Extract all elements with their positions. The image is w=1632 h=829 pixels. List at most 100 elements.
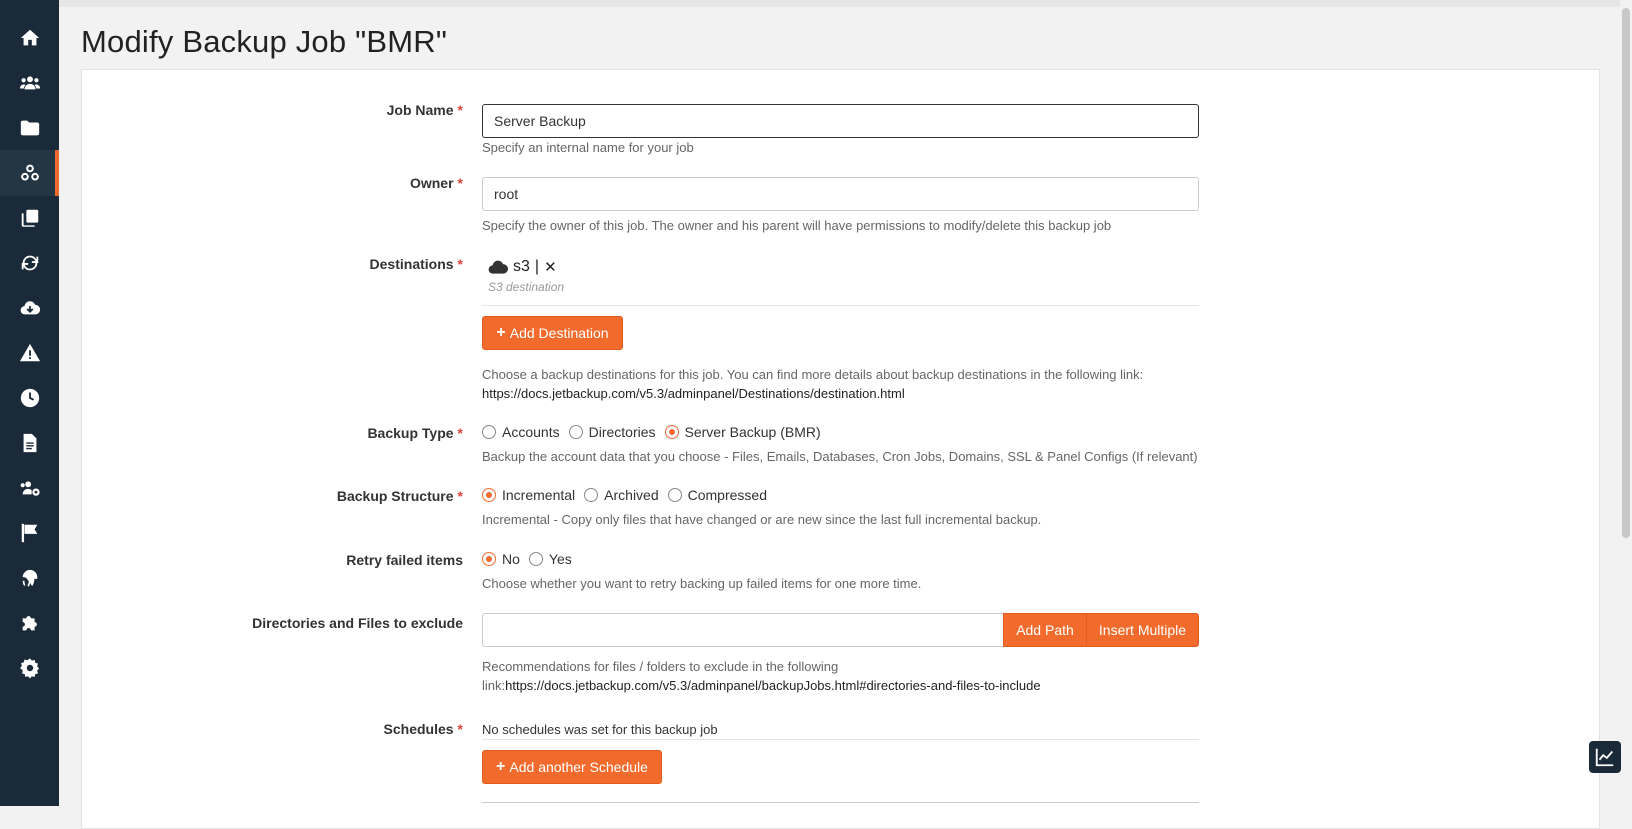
add-path-button[interactable]: Add Path	[1003, 613, 1087, 647]
exclude-help-prefix: link:	[482, 678, 506, 693]
exclude-help-link-line: link:https://docs.jetbackup.com/v5.3/adm…	[482, 678, 1041, 693]
add-schedule-button[interactable]: + Add another Schedule	[482, 750, 662, 784]
radio-server-backup[interactable]	[664, 425, 679, 439]
schedules-label-text: Schedules	[383, 721, 454, 737]
radio-compressed[interactable]	[667, 488, 682, 502]
backup-structure-incremental[interactable]: Incremental	[482, 487, 575, 503]
schedules-label: Schedules *	[384, 721, 463, 737]
scrollbar-thumb[interactable]	[1622, 8, 1630, 538]
retry-failed-label: Retry failed items	[346, 552, 463, 568]
sidebar-item-plugins[interactable]	[0, 600, 59, 646]
radio-label: No	[502, 551, 520, 567]
sidebar-item-files[interactable]	[0, 105, 59, 151]
schedules-empty-text: No schedules was set for this backup job	[482, 722, 718, 737]
radio-accounts[interactable]	[482, 425, 496, 439]
required-mark: *	[457, 488, 463, 504]
sidebar-item-accounts[interactable]	[0, 60, 59, 106]
sidebar-item-permissions[interactable]	[0, 465, 59, 511]
schedules-divider	[482, 739, 1199, 740]
retry-failed-yes[interactable]: Yes	[528, 551, 572, 567]
home-icon	[20, 29, 39, 46]
backup-type-accounts[interactable]: Accounts	[482, 424, 560, 440]
destinations-help-link[interactable]: https://docs.jetbackup.com/v5.3/adminpan…	[482, 386, 905, 401]
sidebar-item-logs[interactable]	[0, 420, 59, 466]
sidebar-item-alerts[interactable]	[0, 330, 59, 376]
radio-label: Yes	[548, 551, 572, 567]
file-icon	[23, 433, 36, 453]
exclude-label-text: Directories and Files to exclude	[252, 615, 463, 631]
biohazard-icon	[20, 164, 39, 181]
backup-structure-archived[interactable]: Archived	[584, 487, 659, 503]
exclude-help: Recommendations for files / folders to e…	[482, 659, 839, 674]
radio-incremental[interactable]	[482, 488, 496, 502]
destinations-help: Choose a backup destinations for this jo…	[482, 367, 1144, 382]
sidebar-item-restore[interactable]	[0, 240, 59, 286]
sidebar-item-clone-jobs[interactable]	[0, 195, 59, 241]
folder-icon	[20, 120, 39, 136]
radio-label: Incremental	[502, 487, 576, 503]
backup-type-directories[interactable]: Directories	[568, 424, 656, 440]
page-scrollbar[interactable]	[1620, 0, 1632, 806]
puzzle-icon	[22, 616, 37, 631]
backup-type-radio-group: Accounts Directories Server Backup (BMR)	[482, 424, 830, 440]
retry-failed-help: Choose whether you want to retry backing…	[482, 576, 922, 591]
radio-label: Compressed	[687, 487, 767, 503]
backup-type-label-text: Backup Type	[367, 425, 454, 441]
job-name-label-text: Job Name	[386, 102, 454, 118]
owner-label: Owner *	[410, 175, 463, 191]
backup-type-label: Backup Type *	[367, 425, 463, 441]
stats-button[interactable]	[1589, 741, 1621, 773]
backup-structure-help: Incremental - Copy only files that have …	[482, 512, 1042, 527]
sidebar-item-security[interactable]	[0, 555, 59, 601]
next-section-edge	[482, 802, 1199, 803]
radio-yes[interactable]	[528, 552, 543, 566]
radio-directories[interactable]	[568, 425, 583, 439]
remove-destination-icon[interactable]: ✕	[544, 258, 557, 276]
sync-icon	[21, 255, 38, 271]
exclude-help-link[interactable]: https://docs.jetbackup.com/v5.3/adminpan…	[505, 678, 1040, 693]
owner-select[interactable]: root	[482, 177, 1199, 211]
clock-icon	[20, 388, 39, 408]
page-title: Modify Backup Job "BMR"	[81, 24, 448, 59]
backup-type-server-backup[interactable]: Server Backup (BMR)	[664, 424, 821, 440]
job-name-help: Specify an internal name for your job	[482, 140, 694, 155]
plus-icon: +	[496, 758, 506, 775]
sidebar-item-reports[interactable]	[0, 510, 59, 556]
destination-name: s3	[513, 258, 530, 275]
backup-structure-label: Backup Structure *	[337, 488, 463, 504]
fingerprint-icon	[22, 569, 37, 587]
insert-multiple-button[interactable]: Insert Multiple	[1086, 613, 1199, 647]
backup-structure-compressed[interactable]: Compressed	[667, 487, 767, 503]
retry-failed-no[interactable]: No	[482, 551, 520, 567]
users-icon	[19, 76, 40, 90]
destinations-divider	[482, 305, 1199, 306]
retry-failed-label-text: Retry failed items	[346, 552, 463, 568]
copy-icon	[21, 209, 38, 227]
gear-icon	[19, 658, 39, 679]
sidebar-item-backup-jobs[interactable]	[0, 150, 59, 196]
plus-icon: +	[496, 324, 506, 341]
radio-archived[interactable]	[584, 488, 599, 502]
sidebar	[0, 0, 59, 806]
users-cog-icon	[20, 481, 40, 496]
radio-label: Directories	[588, 424, 656, 440]
radio-label: Server Backup (BMR)	[684, 424, 821, 440]
required-mark: *	[457, 425, 463, 441]
sidebar-item-downloads[interactable]	[0, 285, 59, 331]
sidebar-item-home[interactable]	[0, 15, 59, 61]
required-mark: *	[457, 721, 463, 737]
add-destination-button[interactable]: + Add Destination	[482, 316, 623, 350]
radio-no[interactable]	[482, 552, 496, 566]
backup-structure-label-text: Backup Structure	[336, 488, 454, 504]
destinations-label-text: Destinations	[369, 256, 454, 272]
flag-icon	[21, 523, 37, 543]
cloud-icon	[488, 260, 508, 274]
exclude-path-input[interactable]	[482, 613, 1004, 647]
backup-type-help: Backup the account data that you choose …	[482, 449, 1198, 464]
job-name-input[interactable]: Server Backup	[482, 104, 1199, 138]
destination-item: s3 | ✕	[488, 258, 557, 276]
retry-failed-radio-group: No Yes	[482, 551, 581, 567]
sidebar-item-settings[interactable]	[0, 645, 59, 691]
backup-structure-radio-group: Incremental Archived Compressed	[482, 487, 776, 503]
sidebar-item-queue[interactable]	[0, 375, 59, 421]
